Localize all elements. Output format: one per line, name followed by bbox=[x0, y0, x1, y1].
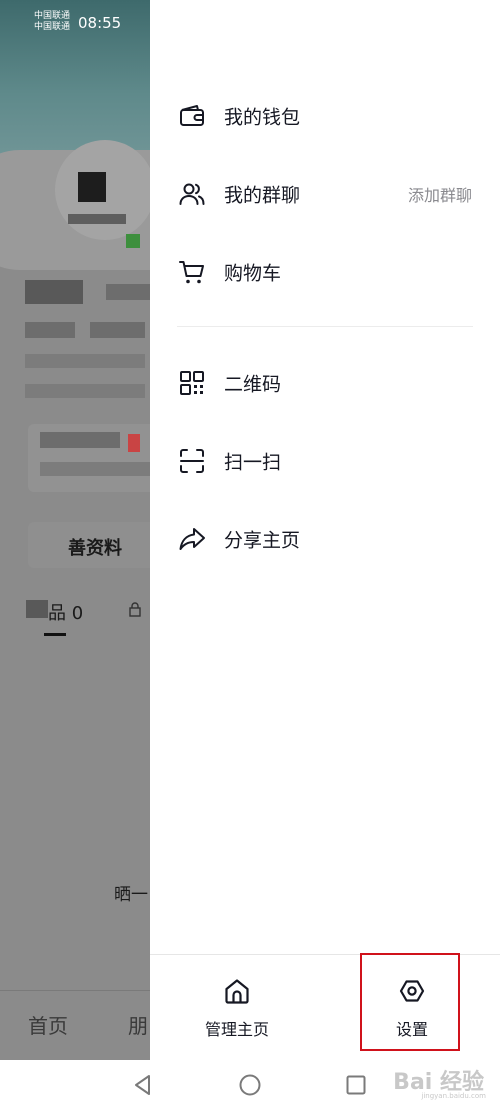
add-group-chat-link[interactable]: 添加群聊 bbox=[408, 182, 472, 206]
online-status-dot bbox=[126, 234, 140, 248]
empty-state-hint: 晒一 bbox=[114, 885, 148, 905]
menu-item-shopping-cart[interactable]: 购物车 bbox=[150, 242, 500, 302]
menu-item-label: 二维码 bbox=[224, 373, 282, 396]
side-drawer: 我的钱包 我的群聊 添加群聊 购物车 二维码 扫一扫 分享主页 管理主页 设置 bbox=[150, 0, 500, 1060]
card-red-badge bbox=[128, 434, 140, 452]
menu-divider bbox=[177, 326, 473, 327]
status-time: 08:55 bbox=[78, 14, 122, 32]
carrier-1: 中国联通 bbox=[34, 11, 71, 21]
lock-icon bbox=[128, 601, 142, 621]
menu-item-label: 我的钱包 bbox=[224, 106, 301, 129]
bottom-nav-friends[interactable]: 朋 bbox=[128, 1010, 148, 1039]
manage-homepage-label: 管理主页 bbox=[204, 1020, 269, 1039]
manage-homepage-button[interactable]: 管理主页 bbox=[177, 962, 297, 1048]
works-tab-pixelated bbox=[26, 600, 48, 618]
card-text-pixelated bbox=[40, 432, 120, 448]
user-id-pixelated bbox=[106, 284, 150, 300]
stat-pixelated-1 bbox=[25, 322, 75, 338]
group-chat-icon bbox=[179, 183, 205, 205]
recent-apps-icon[interactable] bbox=[343, 1072, 369, 1098]
shopping-cart-icon bbox=[179, 261, 204, 284]
menu-item-share-homepage[interactable]: 分享主页 bbox=[150, 509, 500, 569]
bio-pixelated-2 bbox=[25, 384, 145, 398]
wallet-icon bbox=[180, 105, 204, 126]
edit-profile-label: 善资料 bbox=[68, 538, 122, 559]
menu-item-label: 购物车 bbox=[224, 262, 282, 285]
menu-item-label: 扫一扫 bbox=[224, 451, 282, 474]
menu-item-label: 分享主页 bbox=[224, 529, 301, 552]
qr-code-icon bbox=[180, 371, 204, 395]
username-pixelated bbox=[25, 280, 83, 304]
menu-item-scan[interactable]: 扫一扫 bbox=[150, 431, 500, 491]
home-circle-icon[interactable] bbox=[237, 1072, 263, 1098]
stat-pixelated-2 bbox=[90, 322, 145, 338]
share-icon bbox=[179, 528, 205, 550]
avatar-image-pixelated bbox=[78, 172, 106, 202]
menu-item-group-chat[interactable]: 我的群聊 添加群聊 bbox=[150, 164, 500, 224]
avatar-caption-pixelated bbox=[68, 214, 126, 224]
active-tab-underline bbox=[44, 633, 66, 636]
menu-item-label: 我的群聊 bbox=[224, 184, 301, 207]
bottom-nav-home[interactable]: 首页 bbox=[28, 1010, 68, 1039]
back-icon[interactable] bbox=[130, 1072, 156, 1098]
carrier-2: 中国联通 bbox=[34, 22, 71, 32]
status-carriers: 中国联通 中国联通 bbox=[34, 11, 70, 33]
bottom-nav-divider bbox=[0, 990, 150, 991]
home-icon bbox=[225, 979, 249, 1004]
menu-item-qr-code[interactable]: 二维码 bbox=[150, 353, 500, 413]
scan-icon bbox=[180, 449, 204, 473]
settings-highlight-box bbox=[360, 953, 460, 1051]
bio-pixelated-1 bbox=[25, 354, 145, 368]
card-subtext-pixelated bbox=[40, 462, 150, 476]
works-tab[interactable]: 品 0 bbox=[48, 599, 83, 625]
menu-item-wallet[interactable]: 我的钱包 bbox=[150, 86, 500, 146]
watermark-url: jingyan.baidu.com bbox=[421, 1092, 486, 1100]
